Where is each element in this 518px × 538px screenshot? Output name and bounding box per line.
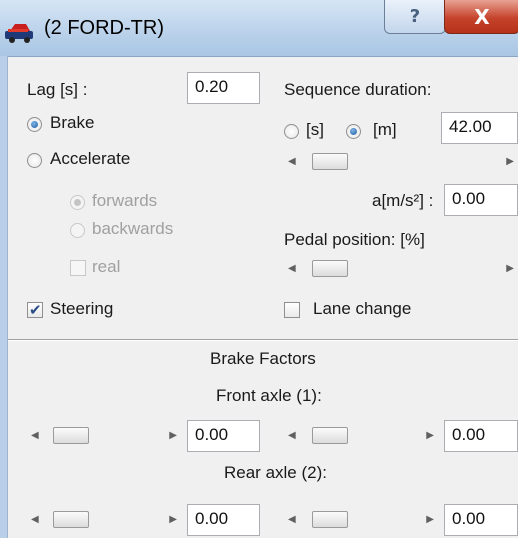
car-icon [5, 24, 33, 43]
unit-meters-radio[interactable] [346, 124, 361, 139]
check-icon: ✔ [29, 301, 42, 319]
unit-meters-label: [m] [373, 120, 397, 139]
scrollbar-thumb[interactable] [312, 511, 348, 528]
scroll-right-icon[interactable]: ▶ [169, 514, 177, 525]
scroll-right-icon[interactable]: ▶ [506, 263, 514, 274]
front-axle-right-scrollbar[interactable]: ◀ ▶ [284, 424, 442, 448]
help-icon: ? [409, 6, 421, 27]
rear-axle-left-scrollbar[interactable]: ◀ ▶ [27, 508, 185, 532]
scroll-left-icon[interactable]: ◀ [288, 514, 296, 525]
scrollbar-thumb[interactable] [312, 153, 348, 170]
real-label: real [92, 257, 121, 276]
scroll-right-icon[interactable]: ▶ [426, 430, 434, 441]
sequence-duration-label: Sequence duration: [284, 80, 432, 99]
accelerate-label: Accelerate [50, 149, 131, 168]
window-title: (2 FORD-TR) [44, 17, 164, 39]
unit-seconds-label: [s] [306, 120, 324, 139]
unit-seconds-radio[interactable] [284, 124, 299, 139]
forwards-label: forwards [92, 191, 158, 210]
scroll-left-icon[interactable]: ◀ [31, 514, 39, 525]
acceleration-input[interactable]: 0.00 [444, 184, 518, 216]
backwards-label: backwards [92, 219, 174, 238]
title-bar[interactable]: (2 FORD-TR) ? X [0, 0, 518, 57]
pedal-position-label: Pedal position: [%] [284, 230, 425, 249]
forwards-radio[interactable] [70, 195, 85, 210]
lag-input[interactable]: 0.20 [187, 72, 260, 104]
front-axle-right-input[interactable]: 0.00 [444, 420, 518, 452]
window-frame [0, 56, 8, 538]
brake-radio[interactable] [27, 117, 42, 132]
scroll-left-icon[interactable]: ◀ [288, 156, 296, 167]
scrollbar-thumb[interactable] [53, 511, 89, 528]
scroll-left-icon[interactable]: ◀ [288, 263, 296, 274]
scroll-left-icon[interactable]: ◀ [288, 430, 296, 441]
pedal-position-scrollbar[interactable]: ◀ ▶ [284, 257, 518, 281]
close-button[interactable]: X [444, 0, 518, 34]
lane-change-checkbox[interactable] [284, 302, 300, 318]
scroll-right-icon[interactable]: ▶ [506, 156, 514, 167]
front-axle-label: Front axle (1): [216, 386, 322, 405]
scroll-right-icon[interactable]: ▶ [169, 430, 177, 441]
front-axle-left-input[interactable]: 0.00 [187, 420, 260, 452]
rear-axle-right-input[interactable]: 0.00 [444, 504, 518, 536]
brake-factors-title: Brake Factors [210, 349, 316, 368]
rear-axle-label: Rear axle (2): [224, 463, 327, 482]
steering-checkbox[interactable]: ✔ [27, 301, 43, 319]
scrollbar-thumb[interactable] [312, 260, 348, 277]
sequence-duration-input[interactable]: 42.00 [441, 112, 518, 144]
steering-label: Steering [50, 299, 114, 318]
rear-axle-left-input[interactable]: 0.00 [187, 504, 260, 536]
brake-label: Brake [50, 113, 95, 132]
acceleration-label: a[m/s²] : [372, 191, 434, 210]
section-divider [8, 339, 518, 340]
scroll-right-icon[interactable]: ▶ [426, 514, 434, 525]
scrollbar-thumb[interactable] [53, 427, 89, 444]
sequence-scrollbar[interactable]: ◀ ▶ [284, 150, 518, 174]
lag-label: Lag [s] : [27, 80, 88, 99]
close-icon: X [474, 4, 490, 29]
scrollbar-thumb[interactable] [312, 427, 348, 444]
rear-axle-right-scrollbar[interactable]: ◀ ▶ [284, 508, 442, 532]
lane-change-label: Lane change [313, 299, 412, 318]
real-checkbox[interactable] [70, 260, 86, 276]
scroll-left-icon[interactable]: ◀ [31, 430, 39, 441]
backwards-radio[interactable] [70, 223, 85, 238]
accelerate-radio[interactable] [27, 153, 42, 168]
front-axle-left-scrollbar[interactable]: ◀ ▶ [27, 424, 185, 448]
help-button[interactable]: ? [384, 0, 446, 34]
